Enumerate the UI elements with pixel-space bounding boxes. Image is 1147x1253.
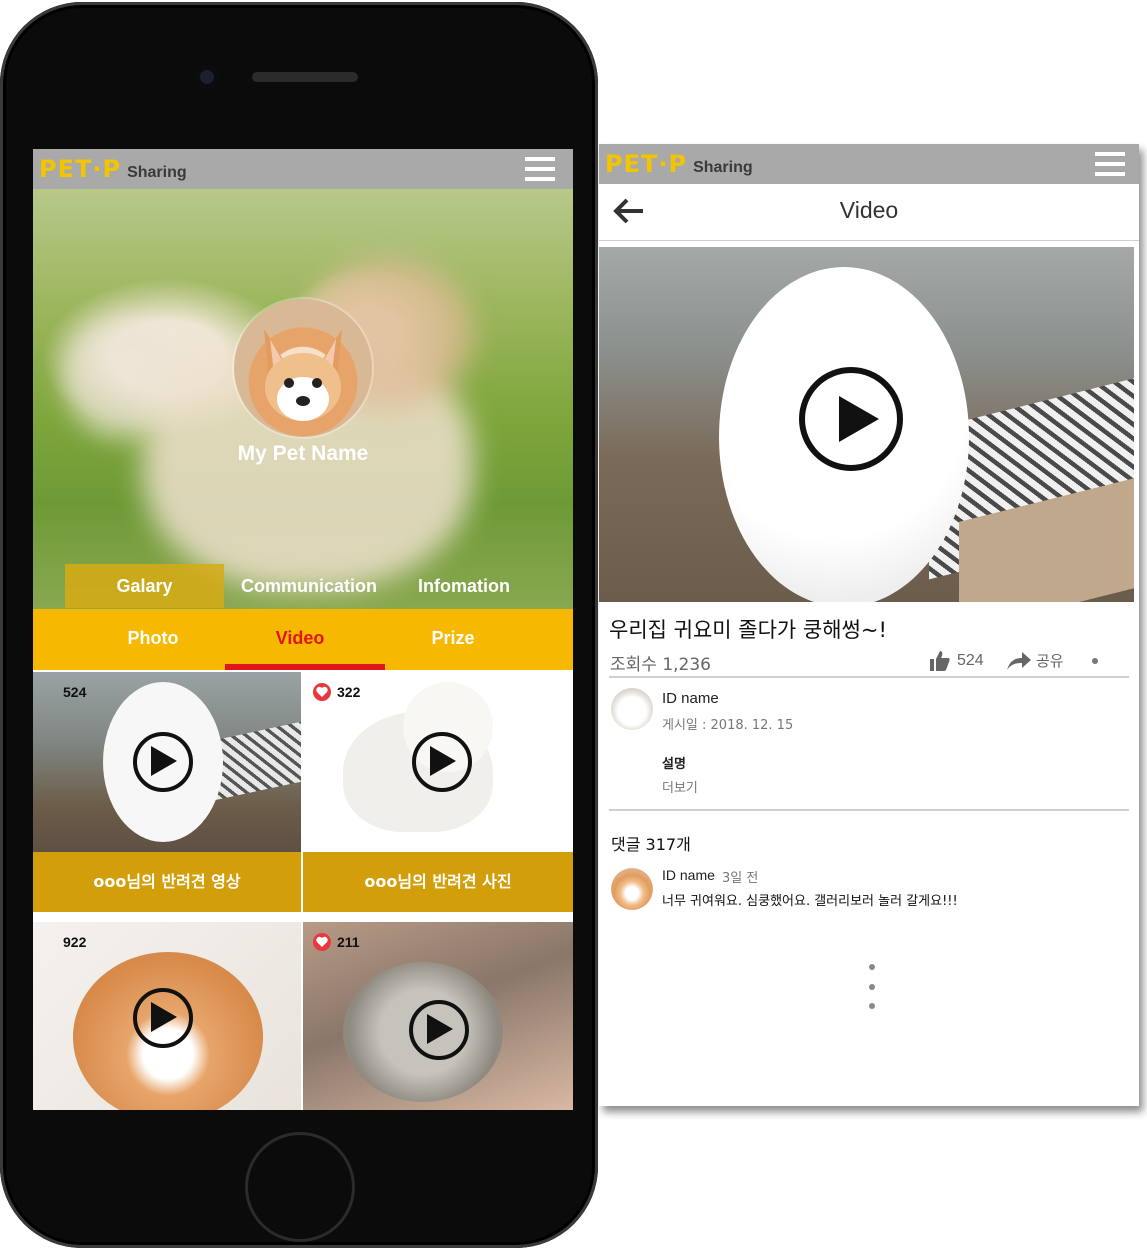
like-button[interactable]: 524	[929, 650, 984, 672]
description-label: 설명	[662, 757, 686, 772]
divider	[609, 676, 1129, 678]
phone-frame: PET·P Sharing My Pet Name Galary Communi…	[0, 2, 598, 1248]
logo-mark: PET·P	[39, 155, 122, 183]
play-icon[interactable]	[133, 988, 193, 1048]
share-arrow-icon	[1007, 651, 1031, 670]
tab-galary[interactable]: Galary	[65, 564, 224, 608]
profile-screen: PET·P Sharing My Pet Name Galary Communi…	[33, 149, 573, 1110]
comments-header: 댓글 317개	[611, 835, 691, 854]
upload-date: 게시일 : 2018. 12. 15	[662, 718, 794, 733]
tile-caption: ooo님의 반려견 사진	[303, 852, 573, 912]
page-titlebar: Video	[599, 184, 1139, 241]
subtab-prize[interactable]: Prize	[373, 609, 533, 670]
app-logo[interactable]: PET·P Sharing	[39, 155, 187, 183]
play-icon[interactable]	[133, 732, 193, 792]
loading-dot	[869, 984, 875, 990]
app-logo[interactable]: PET·P Sharing	[605, 150, 753, 178]
pet-name: My Pet Name	[237, 442, 369, 465]
logo-subtitle: Sharing	[127, 164, 187, 181]
heart-icon[interactable]	[313, 933, 331, 951]
tile-caption: ooo님의 반려견 영상	[33, 852, 301, 912]
share-button[interactable]: 공유	[1006, 650, 1064, 671]
comment-time: 3일 전	[722, 871, 759, 886]
front-camera	[196, 66, 218, 88]
view-count: 524	[63, 684, 87, 700]
home-button[interactable]	[245, 1132, 355, 1242]
app-header: PET·P Sharing	[599, 144, 1139, 184]
commenter-name[interactable]: ID name	[662, 867, 715, 883]
video-player[interactable]	[599, 247, 1134, 602]
page-title: Video	[839, 197, 899, 223]
loading-dot	[869, 1003, 875, 1009]
gallery-sub-tabs: Photo Video Prize	[33, 609, 573, 670]
play-icon[interactable]	[412, 732, 472, 792]
app-header: PET·P Sharing	[33, 149, 573, 189]
heart-icon[interactable]	[313, 683, 331, 701]
view-count: 922	[63, 934, 87, 950]
view-count: 조회수 1,236	[610, 655, 711, 675]
menu-icon[interactable]	[525, 157, 555, 181]
tab-communication[interactable]: Communication	[224, 564, 394, 608]
tab-infomation[interactable]: Infomation	[394, 564, 534, 608]
loading-dot	[869, 964, 875, 970]
video-tile[interactable]: 322	[303, 672, 573, 852]
video-title: 우리집 귀요미 졸다가 쿵해썽~!	[609, 618, 887, 642]
video-detail-screen: PET·P Sharing Video 우리집 귀요미 졸다가 쿵해썽~! 조회…	[599, 144, 1139, 1106]
like-count: 322	[337, 684, 361, 700]
divider	[609, 809, 1129, 811]
thumbs-up-icon	[930, 651, 950, 671]
profile-cover-image: My Pet Name Galary Communication Infomat…	[33, 189, 573, 609]
like-count: 211	[337, 934, 360, 950]
logo-subtitle: Sharing	[693, 159, 753, 176]
pet-avatar[interactable]	[234, 299, 372, 437]
like-count: 524	[957, 652, 984, 669]
uploader-avatar[interactable]	[611, 688, 653, 730]
active-tab-indicator	[225, 664, 385, 670]
more-options-icon[interactable]	[1092, 658, 1098, 664]
video-tile[interactable]: 922	[33, 922, 301, 1110]
video-tile[interactable]: 211	[303, 922, 573, 1110]
share-label: 공유	[1036, 652, 1064, 670]
show-more-link[interactable]: 더보기	[662, 777, 698, 796]
logo-mark: PET·P	[605, 150, 688, 178]
subtab-video[interactable]: Video	[220, 609, 380, 670]
play-icon[interactable]	[409, 1000, 469, 1060]
play-icon[interactable]	[799, 367, 903, 471]
uploader-name[interactable]: ID name	[662, 690, 719, 707]
profile-main-tabs: Galary Communication Infomation	[33, 564, 573, 608]
commenter-avatar[interactable]	[611, 868, 653, 910]
earpiece-speaker	[252, 72, 358, 82]
menu-icon[interactable]	[1095, 152, 1125, 176]
video-tile[interactable]: 524	[33, 672, 301, 852]
comment-text: 너무 귀여워요. 심쿵했어요. 갤러리보러 놀러 갈게요!!!	[662, 894, 958, 909]
subtab-photo[interactable]: Photo	[73, 609, 233, 670]
